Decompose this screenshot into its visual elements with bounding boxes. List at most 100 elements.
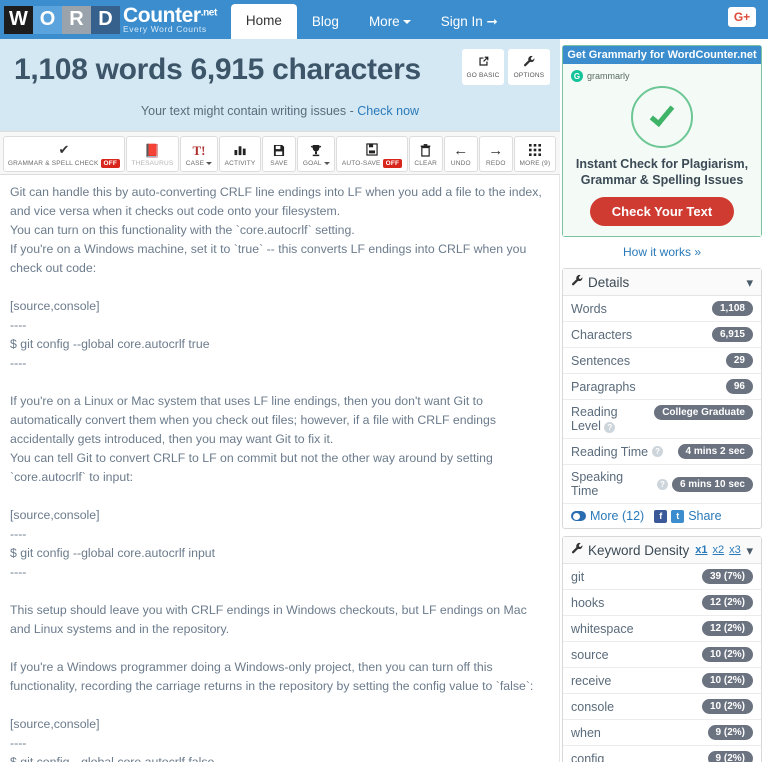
keyword-density-collapse-chevron-down-icon[interactable]: ▾ <box>746 544 753 557</box>
reading-level-help-icon[interactable]: ? <box>604 422 616 433</box>
toolbar-redo-button[interactable]: → REDO <box>478 136 513 172</box>
details-label-sentences: Sentences <box>571 353 631 368</box>
nav-item-more-label: More <box>368 13 400 29</box>
writing-issues-notice: Your text might contain writing issues -… <box>10 104 550 118</box>
keyword-row-receive: receive 10 (2%) <box>563 668 761 694</box>
toolbar-thesaurus-button[interactable]: 📕 THESAURUS <box>125 136 179 172</box>
nav-item-home[interactable]: Home <box>230 3 297 39</box>
keyword-label-config: config <box>571 751 605 762</box>
keyword-row-hooks: hooks 12 (2%) <box>563 590 761 616</box>
details-card-header: Details ▾ <box>563 269 761 296</box>
logo-letter-d: D <box>91 5 120 34</box>
toolbar-case-label: CASE <box>185 159 205 167</box>
toolbar-more-label: MORE (9) <box>519 159 551 167</box>
grammarly-ad-header: Get Grammarly for WordCounter.net <box>563 46 761 64</box>
toolbar-buttons: ✔ GRAMMAR & SPELL CHECK OFF 📕 THESAURUS T… <box>3 136 557 172</box>
how-it-works-link[interactable]: How it works » <box>562 239 762 268</box>
main-column: 1,108 words 6,915 characters GO BASIC OP… <box>0 39 560 762</box>
keyword-value-whitespace: 12 (2%) <box>701 621 753 636</box>
toolbar-auto-save-label: AUTO-SAVE <box>341 159 381 167</box>
details-label-speaking-time: Speaking Time <box>571 470 624 498</box>
toggle-icon[interactable] <box>571 511 586 521</box>
page-body: 1,108 words 6,915 characters GO BASIC OP… <box>0 39 768 762</box>
details-share-label[interactable]: Share <box>688 509 721 523</box>
details-collapse-chevron-down-icon[interactable]: ▾ <box>746 276 753 289</box>
toolbar-case-button[interactable]: T! CASE <box>179 136 218 172</box>
checkmark-circle-icon <box>631 86 693 148</box>
reading-time-help-icon[interactable]: ? <box>652 446 664 457</box>
text-case-icon: T! <box>192 142 206 158</box>
text-editor-area[interactable]: Git can handle this by auto-converting C… <box>0 175 560 762</box>
sidebar: Get Grammarly for WordCounter.net G gram… <box>560 39 768 762</box>
toolbar-clear-label: CLEAR <box>414 159 438 167</box>
logo-tagline: Every Word Counts <box>123 24 207 35</box>
top-navigation-bar: W O R D Counter.net Every Word Counts Ho… <box>0 0 768 39</box>
toolbar-goal-button[interactable]: GOAL <box>297 136 336 172</box>
options-button[interactable]: OPTIONS <box>508 49 550 85</box>
external-link-icon <box>477 55 490 70</box>
check-icon: ✔ <box>58 141 70 157</box>
writing-issues-text: Your text might contain writing issues - <box>140 104 358 118</box>
go-basic-button[interactable]: GO BASIC <box>462 49 504 85</box>
keyword-density-title: Keyword Density <box>588 542 690 558</box>
auto-save-icon <box>366 142 378 157</box>
check-now-link[interactable]: Check now <box>357 104 419 118</box>
keyword-row-source: source 10 (2%) <box>563 642 761 668</box>
grammarly-ad-body: G grammarly Instant Check for Plagiarism… <box>563 64 761 236</box>
details-value-words: 1,108 <box>711 301 753 316</box>
grammarly-brand-name: grammarly <box>587 71 630 81</box>
keyword-density-card-header: Keyword Density x1 x2 x3 ▾ <box>563 537 761 564</box>
details-label-paragraphs: Paragraphs <box>571 379 636 394</box>
trophy-icon <box>310 143 322 158</box>
details-label-words: Words <box>571 301 607 316</box>
google-plus-button[interactable]: G+ <box>728 7 756 27</box>
speaking-time-help-icon[interactable]: ? <box>657 478 668 490</box>
toolbar-activity-button[interactable]: ACTIVITY <box>218 136 262 172</box>
logo-letter-boxes: W O R D <box>4 5 120 34</box>
toolbar-save-button[interactable]: SAVE <box>262 136 297 172</box>
keyword-density-x1[interactable]: x1 <box>695 544 707 556</box>
keyword-row-when: when 9 (2%) <box>563 720 761 746</box>
toolbar-auto-save-button[interactable]: AUTO-SAVE OFF <box>336 136 408 172</box>
keyword-label-whitespace: whitespace <box>571 621 634 636</box>
keyword-label-console: console <box>571 699 615 714</box>
facebook-icon[interactable]: f <box>654 509 668 523</box>
grammarly-ad-headline-line1: Instant Check for Plagiarism, <box>575 157 749 171</box>
details-value-speaking-time: 6 mins 10 sec <box>671 476 753 492</box>
counter-panel: 1,108 words 6,915 characters GO BASIC OP… <box>0 39 560 131</box>
keyword-density-multipliers: x1 x2 x3 <box>695 544 741 556</box>
toolbar-more-button[interactable]: MORE (9) <box>513 136 557 172</box>
keyword-density-card: Keyword Density x1 x2 x3 ▾ git 39 (7%) h… <box>562 536 762 762</box>
toolbar-grammar-spell-check-label: GRAMMAR & SPELL CHECK <box>7 159 99 167</box>
save-disk-icon <box>273 143 285 158</box>
toolbar-goal-label: GOAL <box>302 159 322 167</box>
nav-item-blog[interactable]: Blog <box>297 5 354 40</box>
toolbar-save-label: SAVE <box>270 159 288 167</box>
keyword-value-console: 10 (2%) <box>701 699 753 714</box>
details-value-characters: 6,915 <box>711 327 753 342</box>
logo-letter-o: O <box>33 5 62 34</box>
nav-item-more[interactable]: More <box>354 5 426 40</box>
keyword-row-console: console 10 (2%) <box>563 694 761 720</box>
chevron-down-icon <box>206 161 213 165</box>
header-buttons: GO BASIC OPTIONS <box>462 49 550 85</box>
twitter-icon[interactable]: t <box>671 509 685 523</box>
book-icon: 📕 <box>144 142 161 158</box>
nav-item-sign-in-label: Sign In <box>440 13 483 29</box>
keyword-density-x3[interactable]: x3 <box>729 544 741 556</box>
keyword-value-when: 9 (2%) <box>707 725 753 740</box>
toolbar-grammar-spell-check-button[interactable]: ✔ GRAMMAR & SPELL CHECK OFF <box>3 136 125 172</box>
details-value-reading-level: College Graduate <box>654 405 753 420</box>
grid-icon <box>528 143 541 158</box>
nav-item-sign-in[interactable]: Sign In ➞ <box>426 5 513 40</box>
site-logo[interactable]: W O R D Counter.net Every Word Counts <box>0 0 217 39</box>
details-more-link[interactable]: More (12) <box>590 509 644 523</box>
check-your-text-button[interactable]: Check Your Text <box>589 197 735 226</box>
keyword-value-hooks: 12 (2%) <box>701 595 753 610</box>
details-row-reading-level: Reading Level ? College Graduate <box>563 400 761 439</box>
keyword-density-x2[interactable]: x2 <box>713 544 725 556</box>
details-value-reading-time: 4 mins 2 sec <box>677 444 753 459</box>
toolbar-clear-button[interactable]: CLEAR <box>408 136 443 172</box>
keyword-label-source: source <box>571 647 609 662</box>
toolbar-undo-button[interactable]: ← UNDO <box>443 136 478 172</box>
